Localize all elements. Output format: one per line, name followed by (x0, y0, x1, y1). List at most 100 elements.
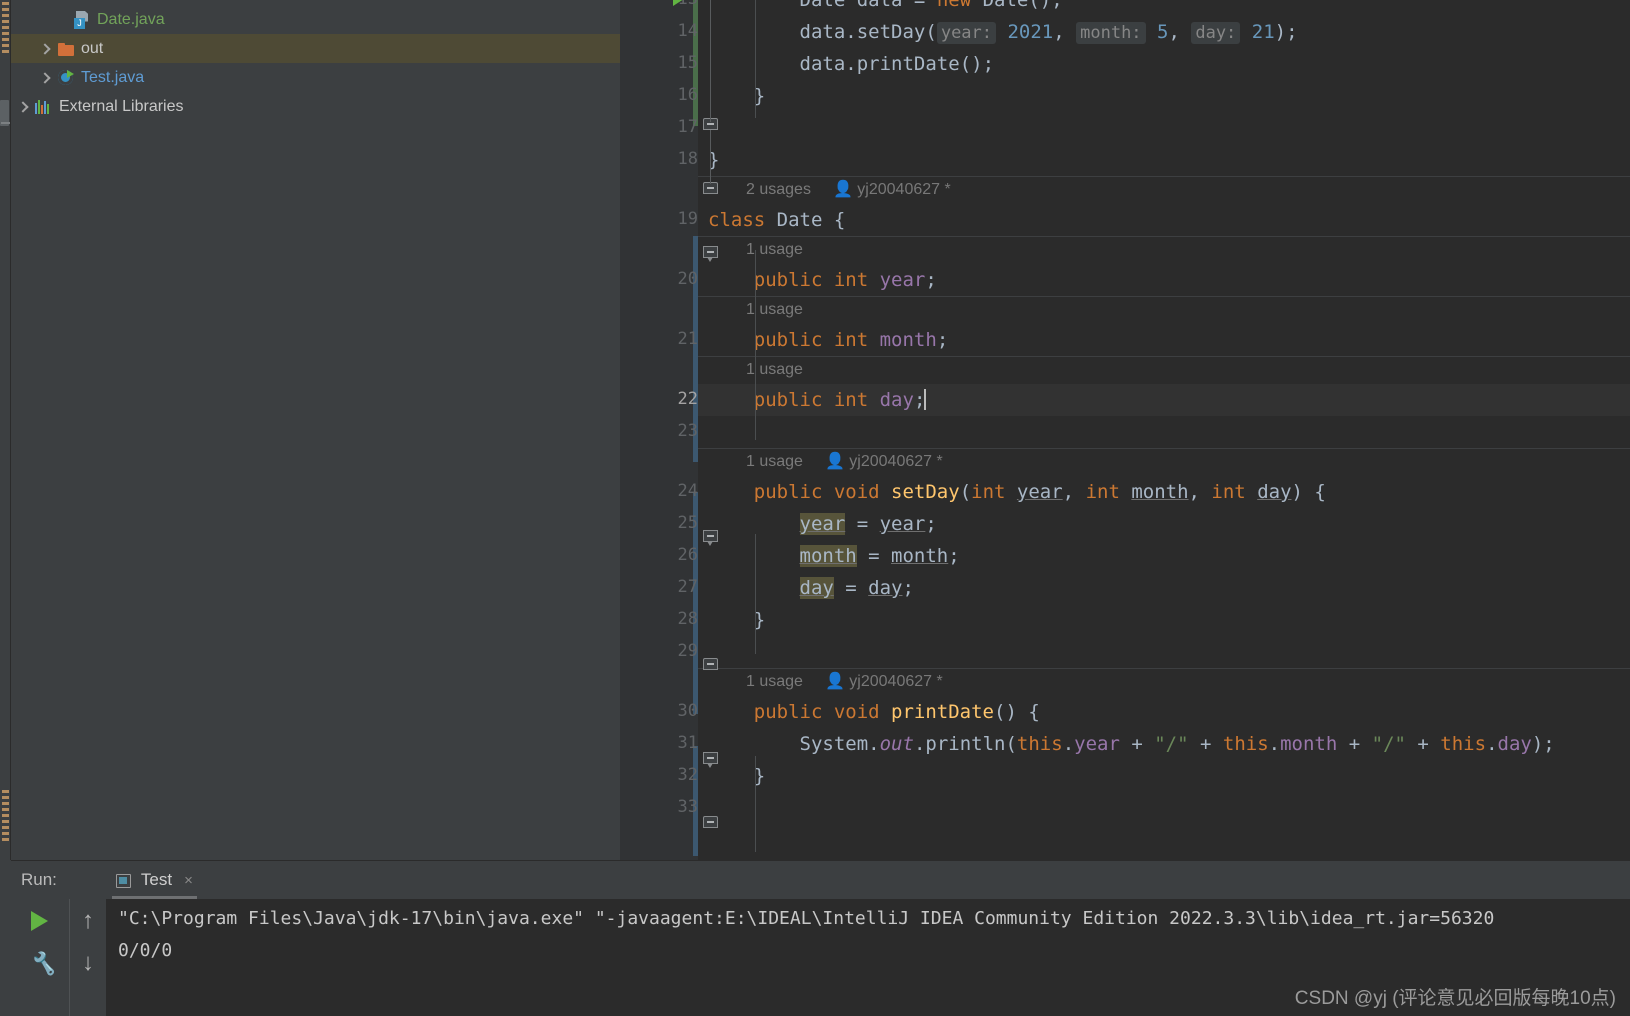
arrow-down-icon: ↓ (82, 949, 94, 976)
fold-marker[interactable] (703, 246, 720, 263)
inlay-hint[interactable]: 1 usage (698, 356, 1630, 384)
parameter-hint: month: (1076, 22, 1146, 44)
line-number: 24 (677, 481, 698, 501)
code-line-22[interactable]: public int day; (698, 384, 1630, 416)
editor-gutter[interactable]: 13 14 15 16 17 18 19 20 21 22 23 24 25 26 27 28 29 30 31 32… (620, 0, 698, 860)
author-icon: 👤 (824, 673, 845, 690)
fold-marker[interactable] (703, 752, 720, 769)
code-line-30[interactable]: public void printDate() { (698, 696, 1630, 728)
line-number: 22 (677, 389, 698, 409)
tree-item-out[interactable]: out (11, 34, 620, 63)
identifier-occurrence: year (799, 513, 846, 535)
tree-item-external-libraries[interactable]: External Libraries (11, 92, 620, 121)
usage-count[interactable]: 1 usage (746, 673, 803, 690)
inlay-hint[interactable]: 1 usage (698, 296, 1630, 324)
tree-item-label: out (81, 39, 104, 57)
inlay-hint[interactable]: 1 usage 👤 yj20040627 * (698, 448, 1630, 476)
line-number: 20 (677, 269, 698, 289)
code-line-26[interactable]: month = month; (698, 540, 1630, 572)
code-line-27[interactable]: day = day; (698, 572, 1630, 604)
code-line-23[interactable] (698, 416, 1630, 448)
tree-item-label: Date.java (97, 10, 165, 28)
fold-marker[interactable] (703, 182, 720, 199)
code-line-20[interactable]: public int year; (698, 264, 1630, 296)
text-caret (924, 389, 927, 410)
line-number: 26 (677, 545, 698, 565)
line-number: 31 (677, 733, 698, 753)
usage-count[interactable]: 1 usage (746, 453, 803, 470)
line-number: 23 (677, 421, 698, 441)
code-line-14[interactable]: data.setDay(year: 2021, month: 5, day: 2… (698, 16, 1630, 48)
chevron-right-icon[interactable] (37, 41, 53, 57)
line-number: 25 (677, 513, 698, 533)
code-line-19[interactable]: class Date { (698, 204, 1630, 236)
fold-marker[interactable] (703, 816, 720, 833)
line-number: 29 (677, 641, 698, 661)
line-number: 19 (677, 209, 698, 229)
author-icon: 👤 (832, 181, 853, 198)
code-line-15[interactable]: data.printDate(); (698, 48, 1630, 80)
library-icon (35, 98, 53, 116)
inlay-hint[interactable]: 1 usage (698, 236, 1630, 264)
chevron-right-icon[interactable] (15, 99, 31, 115)
identifier-occurrence: day (799, 577, 834, 599)
code-line-32[interactable]: } (698, 760, 1630, 792)
code-line-21[interactable]: public int month; (698, 324, 1630, 356)
chevron-right-icon[interactable] (53, 12, 69, 28)
usage-count[interactable]: 2 usages (746, 181, 811, 198)
arrow-up-icon: ↑ (82, 907, 94, 934)
run-class-icon (57, 69, 75, 87)
java-file-icon (73, 11, 91, 29)
code-editor[interactable]: 13 14 15 16 17 18 19 20 21 22 23 24 25 26 27 28 29 30 31 32… (620, 0, 1630, 860)
idea-window: Date.javaoutTest.javaExternal Libraries … (0, 0, 1630, 1016)
code-line-31[interactable]: System.out.println(this.year + "/" + thi… (698, 728, 1630, 760)
identifier-occurrence: month (799, 545, 857, 567)
code-line-16[interactable]: } (698, 80, 1630, 112)
folder-icon (57, 40, 75, 58)
tree-item-label: Test.java (81, 68, 145, 86)
line-number: 18 (677, 149, 698, 169)
code-line-13[interactable]: Date data = new Date(); (698, 0, 1630, 16)
scroll-up-button[interactable]: ↑ (70, 899, 108, 941)
line-number: 33 (677, 797, 698, 817)
run-tab-test[interactable]: Test × (111, 861, 197, 899)
tree-item-test-java[interactable]: Test.java (11, 63, 620, 92)
scroll-down-button[interactable]: ↓ (70, 941, 108, 983)
line-number: 28 (677, 609, 698, 629)
line-number: 21 (677, 329, 698, 349)
fold-marker[interactable] (703, 530, 720, 547)
author-label[interactable]: yj20040627 * (853, 181, 950, 198)
code-line-17[interactable] (698, 112, 1630, 144)
author-label[interactable]: yj20040627 * (845, 673, 942, 690)
line-number: 13 (636, 0, 698, 9)
line-number: 30 (677, 701, 698, 721)
rerun-button[interactable] (23, 899, 61, 941)
close-icon[interactable]: × (184, 872, 193, 889)
chevron-right-icon[interactable] (37, 70, 53, 86)
project-tree[interactable]: Date.java out Test.java External Libraries (11, 0, 620, 860)
tree-item-date-java[interactable]: Date.java (11, 5, 620, 34)
left-marker-strip[interactable] (0, 0, 11, 860)
fold-marker[interactable] (703, 658, 720, 675)
code-line-18[interactable]: } (698, 144, 1630, 176)
inlay-hint[interactable]: 1 usage 👤 yj20040627 * (698, 668, 1630, 696)
parameter-hint: year: (936, 22, 997, 44)
line-number: 17 (677, 117, 698, 137)
inlay-hint[interactable]: 2 usages 👤 yj20040627 * (698, 176, 1630, 204)
author-icon: 👤 (824, 453, 845, 470)
run-tab-label: Test (140, 870, 173, 889)
code-line-25[interactable]: year = year; (698, 508, 1630, 540)
code-line-33[interactable] (698, 792, 1630, 824)
code-line-29[interactable] (698, 636, 1630, 668)
parameter-hint: day: (1191, 22, 1241, 44)
author-label[interactable]: yj20040627 * (845, 453, 942, 470)
run-tool-window: Run: Test × 🔧 ↑ ↓ "C:\Program Files\Java… (11, 860, 1630, 1016)
code-line-28[interactable]: } (698, 604, 1630, 636)
console-line: 0/0/0 (118, 940, 173, 961)
console-line: "C:\Program Files\Java\jdk-17\bin\java.e… (118, 908, 1495, 929)
code-lines[interactable]: Date data = new Date(); data.setDay(year… (698, 0, 1630, 860)
run-gutter-icon[interactable] (673, 0, 684, 6)
fold-marker[interactable] (703, 118, 720, 135)
code-line-24[interactable]: public void setDay(int year, int month, … (698, 476, 1630, 508)
settings-button[interactable]: 🔧 (23, 941, 61, 983)
